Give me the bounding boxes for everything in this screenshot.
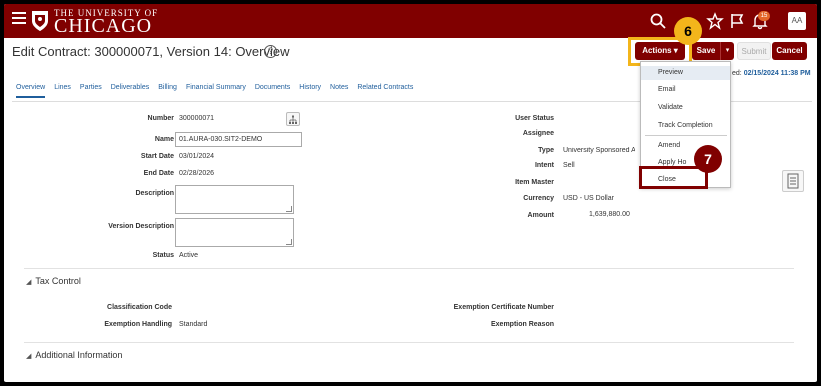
item-master-label: Item Master [515, 179, 554, 186]
hierarchy-button[interactable] [286, 112, 300, 126]
exemption-certificate-label: Exemption Certificate Number [453, 304, 554, 311]
end-date-label: End Date [143, 170, 174, 177]
search-icon[interactable] [649, 12, 667, 30]
number-label: Number [147, 115, 174, 122]
collapse-triangle-icon: ◢ [26, 353, 32, 360]
user-avatar[interactable]: AA [788, 12, 806, 30]
start-date-label: Start Date [140, 153, 174, 160]
menu-separator [645, 135, 727, 136]
menu-item-preview[interactable]: Preview [641, 66, 730, 80]
menu-icon[interactable] [12, 12, 26, 26]
exemption-handling-label: Exemption Handling [104, 321, 172, 328]
type-label: Type [538, 147, 554, 154]
tab-notes[interactable]: Notes [330, 84, 348, 98]
save-button[interactable]: Save [692, 42, 720, 60]
close-highlight-box [639, 166, 708, 189]
cancel-button[interactable]: Cancel [772, 42, 807, 60]
assignee-label: Assignee [522, 130, 554, 137]
menu-item-email[interactable]: Email [641, 83, 730, 97]
additional-information-title: Additional Information [35, 350, 123, 360]
currency-label: Currency [523, 195, 554, 202]
description-textarea[interactable] [175, 185, 294, 214]
status-value: Active [179, 252, 199, 259]
last-saved: ed: 02/15/2024 11:38 PM [732, 70, 811, 77]
tab-financial-summary[interactable]: Financial Summary [186, 84, 246, 98]
page-title: Edit Contract: 300000071, Version 14: Ov… [12, 44, 290, 59]
version-description-label: Version Description [108, 223, 174, 230]
tab-bar: Overview Lines Parties Deliverables Bill… [16, 84, 413, 98]
tab-deliverables[interactable]: Deliverables [111, 84, 150, 98]
tab-lines[interactable]: Lines [54, 84, 71, 98]
help-icon[interactable]: ? [264, 45, 277, 58]
submit-button[interactable]: Submit [737, 42, 771, 60]
last-saved-value: 02/15/2024 11:38 PM [743, 70, 811, 77]
hierarchy-icon [289, 115, 297, 124]
currency-value: USD - US Dollar [563, 195, 614, 202]
start-date-value: 03/01/2024 [179, 153, 215, 160]
tab-documents[interactable]: Documents [255, 84, 290, 98]
tab-parties[interactable]: Parties [80, 84, 102, 98]
save-options-dropdown-button[interactable]: ▾ [720, 42, 734, 60]
classification-code-label: Classification Code [107, 304, 172, 311]
university-shield-icon [32, 11, 48, 31]
name-input[interactable]: 01.AURA-030.SIT2-DEMO [175, 132, 302, 147]
last-saved-label: ed: [732, 70, 742, 77]
menu-item-track-completion[interactable]: Track Completion [641, 119, 730, 133]
status-label: Status [152, 252, 174, 259]
exemption-reason-label: Exemption Reason [490, 321, 554, 328]
exemption-handling-value: Standard [179, 321, 208, 328]
name-label: Name [154, 136, 174, 143]
tax-section-divider [24, 268, 794, 269]
number-value: 300000071 [179, 115, 215, 122]
amount-label: Amount [527, 212, 554, 219]
logo-main-text: CHICAGO [54, 15, 153, 37]
notification-count-badge: 15 [758, 11, 770, 21]
tax-control-title: Tax Control [35, 276, 81, 286]
additional-section-divider [24, 342, 794, 343]
tab-billing[interactable]: Billing [158, 84, 177, 98]
flag-icon[interactable] [728, 12, 746, 30]
intent-label: Intent [534, 162, 554, 169]
menu-item-validate[interactable]: Validate [641, 101, 730, 115]
step-7-marker: 7 [694, 145, 722, 173]
end-date-value: 02/28/2026 [179, 170, 215, 177]
user-status-label: User Status [515, 115, 554, 122]
intent-value: Sell [563, 162, 575, 169]
tab-related-contracts[interactable]: Related Contracts [357, 84, 413, 98]
document-list-icon [787, 173, 799, 189]
description-label: Description [135, 190, 174, 197]
step-6-marker: 6 [674, 17, 702, 45]
amount-value: 1,639,880.00 [589, 211, 630, 218]
version-description-textarea[interactable] [175, 218, 294, 247]
tab-history[interactable]: History [299, 84, 321, 98]
tax-control-section-header[interactable]: ◢ Tax Control [26, 276, 81, 286]
app-frame: THE UNIVERSITY OF CHICAGO 15 AA Edit Con… [4, 4, 817, 382]
favorites-star-icon[interactable] [706, 12, 724, 30]
additional-information-section-header[interactable]: ◢ Additional Information [26, 350, 122, 360]
type-value: University Sponsored Au [563, 147, 635, 154]
side-panel-button[interactable] [782, 170, 804, 192]
tab-overview[interactable]: Overview [16, 84, 46, 98]
collapse-triangle-icon: ◢ [26, 279, 32, 286]
